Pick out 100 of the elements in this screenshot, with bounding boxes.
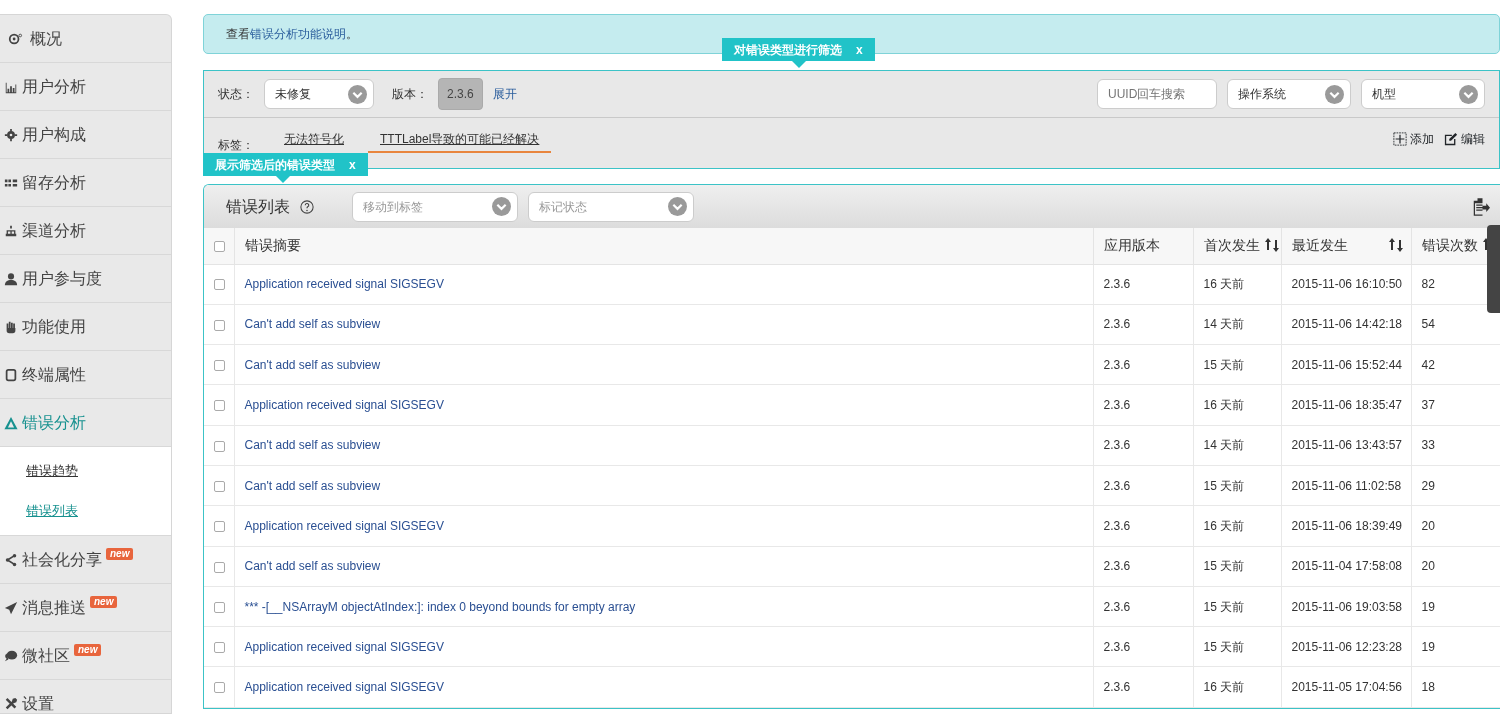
row-checkbox[interactable]	[214, 400, 225, 412]
sort-icon	[1263, 237, 1280, 254]
select-all-checkbox[interactable]	[214, 241, 225, 253]
os-dropdown[interactable]: 操作系统	[1227, 79, 1351, 109]
table-cell: 20	[1421, 559, 1435, 574]
error-summary-link[interactable]: Application received signal SIGSEGV	[244, 680, 444, 695]
sidebar-item[interactable]: 用户分析	[0, 63, 171, 111]
paper-plane-icon	[4, 600, 18, 615]
row-checkbox[interactable]	[214, 360, 225, 372]
add-button[interactable]: 添加	[1393, 130, 1434, 148]
row-checkbox[interactable]	[214, 279, 225, 291]
share-icon	[4, 552, 18, 567]
row-checkbox[interactable]	[214, 480, 225, 492]
error-summary-link[interactable]: Can't add self as subview	[244, 559, 381, 574]
table-cell: 14 天前	[1203, 317, 1245, 332]
version-chip[interactable]: 2.3.6	[438, 78, 483, 110]
table-cell: 16 天前	[1203, 680, 1245, 695]
sort-icon	[1387, 237, 1404, 254]
warning-icon	[4, 415, 18, 430]
table-cell: 2.3.6	[1103, 599, 1131, 614]
row-checkbox[interactable]	[214, 642, 225, 654]
column-header: 错误摘要	[234, 228, 1093, 264]
sidebar-subitem[interactable]: 错误列表	[0, 491, 171, 531]
chevron-down-icon	[1459, 84, 1478, 104]
error-summary-link[interactable]: Application received signal SIGSEGV	[244, 639, 444, 654]
callout-text: 展示筛选后的错误类型	[215, 156, 335, 174]
error-summary-link[interactable]: Can't add self as subview	[244, 357, 381, 372]
plus-square-icon	[1393, 132, 1407, 146]
help-icon	[300, 199, 314, 214]
table-cell: 2.3.6	[1103, 680, 1131, 695]
edit-button[interactable]: 编辑	[1444, 130, 1485, 148]
table-cell: 2015-11-04 17:58:08	[1291, 559, 1403, 574]
panel-title: 错误列表	[226, 196, 290, 217]
error-summary-link[interactable]: *** -[__NSArrayM objectAtIndex:]: index 0 beyond bounds for empty array	[244, 599, 636, 614]
sidebar-item[interactable]: 概况	[0, 15, 171, 63]
row-checkbox[interactable]	[214, 319, 225, 331]
table-cell: 2015-11-06 14:42:18	[1291, 317, 1403, 332]
status-dropdown[interactable]: 未修复	[264, 79, 374, 109]
row-checkbox[interactable]	[214, 440, 225, 452]
field-label: 标签：	[218, 137, 254, 154]
uuid-search-field[interactable]: UUID回车搜索	[1097, 79, 1217, 109]
row-checkbox[interactable]	[214, 521, 225, 533]
error-summary-link[interactable]: Can't add self as subview	[244, 478, 381, 493]
notice-text: 查看错误分析功能说明。	[226, 26, 358, 43]
error-summary-link[interactable]: Application received signal SIGSEGV	[244, 518, 444, 533]
table-cell: 2.3.6	[1103, 478, 1131, 493]
table-cell: 33	[1421, 438, 1435, 453]
row-checkbox[interactable]	[214, 561, 225, 573]
sidebar-item[interactable]: 终端属性	[0, 351, 171, 399]
table-cell: 15 天前	[1203, 639, 1245, 654]
table-cell: 2015-11-06 15:52:44	[1291, 357, 1403, 372]
speech-bubble-icon	[4, 648, 18, 663]
table-cell: 2015-11-06 19:03:58	[1291, 599, 1403, 614]
error-summary-link[interactable]: Application received signal SIGSEGV	[244, 277, 444, 292]
new-badge: new	[106, 548, 134, 560]
table-cell: 2015-11-06 18:35:47	[1291, 398, 1403, 413]
table-cell: 2.3.6	[1103, 357, 1131, 372]
error-summary-link[interactable]: Application received signal SIGSEGV	[244, 398, 444, 413]
table-cell: 19	[1421, 599, 1435, 614]
table-cell: 2015-11-06 13:43:57	[1291, 438, 1403, 453]
chevron-down-icon	[668, 197, 687, 216]
table-cell: 2.3.6	[1103, 398, 1131, 413]
table-cell: 37	[1421, 398, 1435, 413]
tag-tab[interactable]: 无法符号化	[272, 130, 356, 153]
sidebar-subitem[interactable]: 错误趋势	[0, 451, 171, 491]
table-cell: 14 天前	[1203, 438, 1245, 453]
sidebar-item[interactable]: 功能使用	[0, 303, 171, 351]
sidebar-item-label[interactable]: 微社区	[22, 643, 70, 668]
sidebar-item[interactable]: 渠道分析	[0, 207, 171, 255]
column-header: 应用版本	[1093, 228, 1193, 264]
table-cell: 18	[1421, 680, 1435, 695]
tag-tab[interactable]: TTTLabel导致的可能已经解决	[368, 130, 552, 153]
table-cell: 2.3.6	[1103, 438, 1131, 453]
table-cell: 2.3.6	[1103, 559, 1131, 574]
error-summary-link[interactable]: Can't add self as subview	[244, 317, 381, 332]
row-checkbox[interactable]	[214, 682, 225, 694]
sidebar-item-label[interactable]: 消息推送	[22, 595, 86, 620]
sidebar-item[interactable]: 用户构成	[0, 111, 171, 159]
table-cell: 82	[1421, 277, 1435, 292]
new-badge: new	[74, 644, 102, 656]
model-dropdown[interactable]: 机型	[1361, 79, 1485, 109]
field-label: 版本：	[392, 86, 428, 103]
table-cell: 2015-11-06 18:39:49	[1291, 518, 1403, 533]
sidebar-item[interactable]: 留存分析	[0, 159, 171, 207]
sidebar-item-label[interactable]: 社会化分享	[22, 547, 102, 572]
expand-link[interactable]: 展开	[492, 85, 517, 103]
chevron-down-icon	[1325, 84, 1344, 104]
table-cell: 42	[1421, 357, 1435, 372]
sidebar-item[interactable]: 设置	[0, 680, 171, 713]
callout-text: 对错误类型进行筛选	[734, 41, 842, 59]
table-cell: 19	[1421, 639, 1435, 654]
hand-icon	[4, 319, 18, 334]
field-label: 状态：	[218, 86, 254, 103]
new-badge: new	[90, 596, 118, 608]
table-cell: 2.3.6	[1103, 317, 1131, 332]
error-summary-link[interactable]: Can't add self as subview	[244, 438, 381, 453]
help-link[interactable]: 错误分析功能说明	[250, 27, 346, 41]
row-checkbox[interactable]	[214, 601, 225, 613]
table-cell: 2.3.6	[1103, 277, 1131, 292]
sidebar-item[interactable]: 用户参与度	[0, 255, 171, 303]
